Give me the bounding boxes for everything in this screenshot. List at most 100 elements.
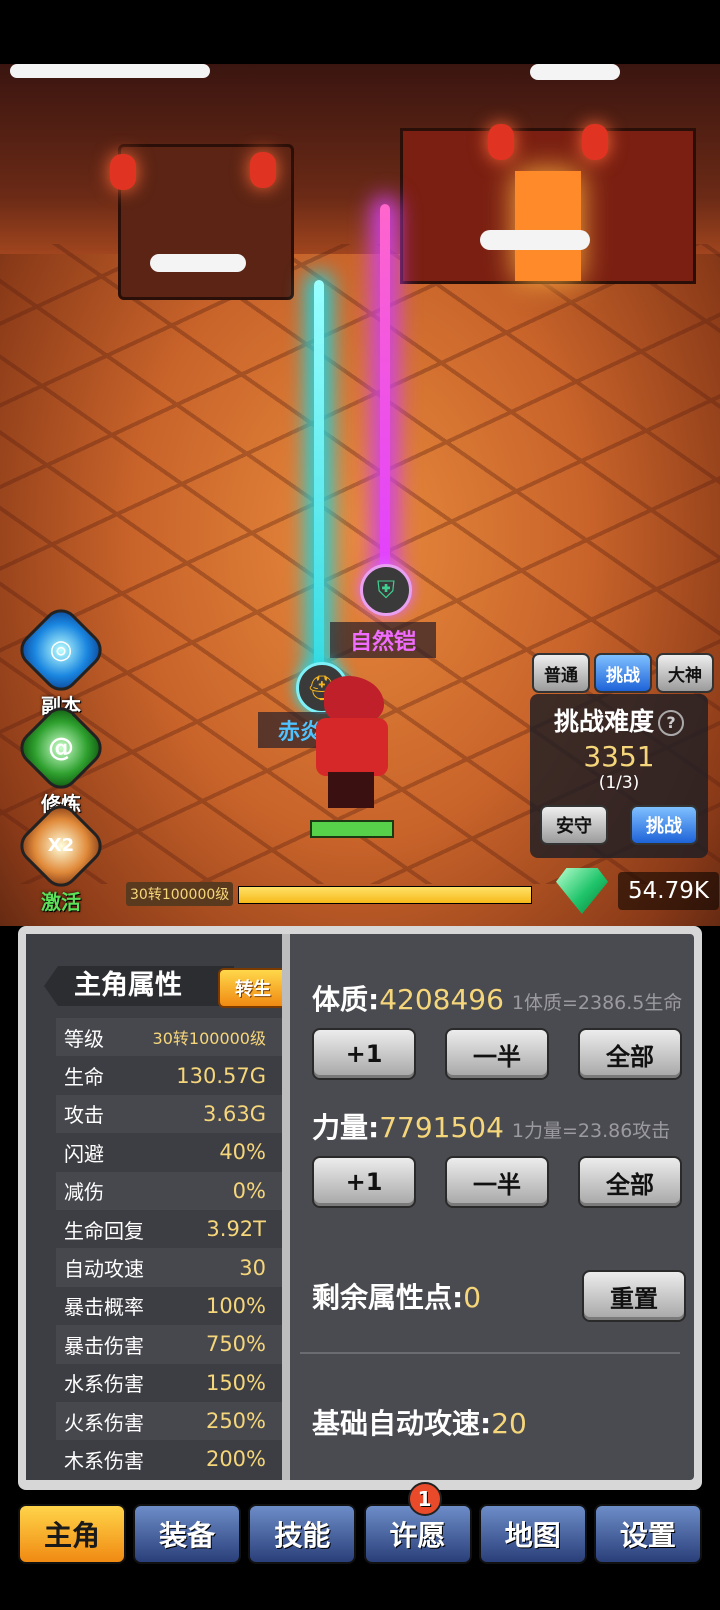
- strength-buttons: +1 一半 全部: [312, 1156, 682, 1208]
- stat-name: 火系伤害: [64, 1410, 144, 1435]
- stat-row: 火系伤害 250%: [56, 1401, 282, 1441]
- remaining-points-line: 剩余属性点:0: [312, 1276, 481, 1316]
- stat-name: 暴击伤害: [64, 1333, 144, 1358]
- stat-value: 100%: [205, 1293, 266, 1318]
- challenge-button[interactable]: 挑战: [630, 805, 698, 845]
- notification-badge: 1: [407, 1482, 442, 1516]
- attribute-title: 主角属性: [44, 966, 234, 1006]
- currency-display: 54.79K: [556, 868, 719, 914]
- stat-value: 750%: [205, 1332, 266, 1357]
- constitution-value: 4208496: [379, 983, 504, 1016]
- attribute-panel: 主角属性 转生 等级 30转100000级生命 130.57G 攻击 3.63G 闪避 40…: [18, 926, 702, 1490]
- stat-row: 生命 130.57G: [56, 1056, 282, 1094]
- constitution-line: 体质:4208496 1体质=2386.5生命: [312, 978, 682, 1018]
- constitution-buttons: +1 一半 全部: [312, 1028, 682, 1080]
- nav-label: 设置: [619, 1519, 676, 1552]
- strength-half-button[interactable]: 一半: [445, 1156, 549, 1208]
- constitution-plus-one-button[interactable]: +1: [312, 1028, 416, 1080]
- attribute-list-panel: 主角属性 转生 等级 30转100000级生命 130.57G 攻击 3.63G 闪避 40…: [26, 934, 288, 1480]
- stat-name: 木系伤害: [64, 1448, 144, 1473]
- nav-wish[interactable]: 许愿 1: [363, 1482, 472, 1564]
- stat-row: 生命回复 3.92T: [56, 1210, 282, 1248]
- drop-label-armor: 自然铠: [330, 622, 437, 658]
- red-gate: [400, 128, 696, 284]
- challenge-title: 挑战难度: [553, 707, 654, 736]
- lantern: [582, 124, 608, 160]
- stat-name: 暴击概率: [64, 1295, 144, 1320]
- snow-patch: [530, 64, 620, 80]
- stat-name: 闪避: [64, 1141, 104, 1166]
- strength-plus-one-button[interactable]: +1: [312, 1156, 416, 1208]
- base-speed-value: 20: [491, 1407, 527, 1440]
- base-speed-line: 基础自动攻速:20: [312, 1402, 527, 1442]
- stat-row: 自动攻速 30: [56, 1248, 282, 1287]
- stat-value: 150%: [205, 1370, 266, 1395]
- safe-button[interactable]: 安守: [540, 805, 608, 845]
- challenge-title-row: 挑战难度?: [530, 702, 708, 738]
- reset-button[interactable]: 重置: [582, 1270, 686, 1322]
- side-button-activate[interactable]: X2 激活: [12, 797, 110, 915]
- nav-hero[interactable]: 主角: [18, 1504, 126, 1564]
- nav-label: 技能: [274, 1519, 331, 1552]
- strength-label: 力量:: [312, 1111, 380, 1144]
- stat-row: 攻击 3.63G: [56, 1094, 282, 1134]
- side-button-dungeon[interactable]: ◎ 副本: [12, 601, 110, 719]
- nav-label: 主角: [43, 1519, 100, 1552]
- snow-patch: [10, 64, 210, 78]
- stat-row: 减伤 0%: [56, 1171, 282, 1210]
- stat-list: 等级 30转100000级生命 130.57G 攻击 3.63G 闪避 40% 减伤 0% 生命回…: [56, 1018, 282, 1479]
- stat-row: 水系伤害 150%: [56, 1364, 282, 1402]
- nav-skills[interactable]: 技能: [248, 1504, 357, 1564]
- help-icon[interactable]: ?: [658, 710, 684, 736]
- nav-label: 地图: [504, 1519, 561, 1552]
- nav-label: 许愿: [389, 1519, 446, 1552]
- stat-value: 3.92T: [206, 1217, 266, 1242]
- nav-label: 装备: [159, 1519, 216, 1552]
- stat-name: 水系伤害: [64, 1372, 144, 1397]
- remaining-points-label: 剩余属性点:: [312, 1281, 464, 1314]
- armor-icon[interactable]: ⛨: [360, 564, 412, 616]
- strength-value: 7791504: [379, 1111, 504, 1144]
- constitution-all-button[interactable]: 全部: [578, 1028, 682, 1080]
- nav-equipment[interactable]: 装备: [133, 1504, 242, 1564]
- base-speed-label: 基础自动攻速:: [312, 1407, 492, 1440]
- hero-hair: [324, 676, 384, 724]
- x2-bag-icon: X2: [12, 797, 110, 895]
- snow-patch: [480, 230, 590, 250]
- stat-value: 30转100000级: [152, 1029, 266, 1049]
- loot-beam-cyan: [314, 280, 324, 700]
- stat-name: 减伤: [64, 1180, 104, 1205]
- diamond-count: 54.79K: [618, 872, 719, 910]
- tab-god[interactable]: 大神: [656, 653, 714, 693]
- tab-normal[interactable]: 普通: [532, 653, 590, 693]
- stat-row: 等级 30转100000级: [56, 1018, 282, 1057]
- bottom-nav: 主角 装备 技能 许愿 1 地图 设置: [18, 1482, 702, 1564]
- strength-all-button[interactable]: 全部: [578, 1156, 682, 1208]
- tab-challenge[interactable]: 挑战: [594, 653, 652, 693]
- nav-map[interactable]: 地图: [478, 1504, 587, 1564]
- lantern: [250, 152, 276, 188]
- constitution-half-button[interactable]: 一半: [445, 1028, 549, 1080]
- strength-line: 力量:7791504 1力量=23.86攻击: [312, 1106, 670, 1146]
- snow-patch: [150, 254, 246, 272]
- lantern: [110, 154, 136, 190]
- stat-value: 0%: [232, 1178, 266, 1203]
- challenge-difficulty: 3351: [583, 740, 655, 773]
- nav-settings[interactable]: 设置: [593, 1504, 702, 1564]
- lantern: [488, 124, 514, 160]
- side-button-train[interactable]: @ 修炼: [12, 699, 110, 817]
- hero-character: [306, 676, 398, 810]
- stat-name: 自动攻速: [64, 1257, 144, 1282]
- rebirth-button[interactable]: 转生: [218, 968, 288, 1008]
- constitution-hint: 1体质=2386.5生命: [511, 992, 683, 1014]
- challenge-progress: (1/3): [598, 773, 640, 793]
- stat-name: 攻击: [64, 1103, 104, 1128]
- attribute-header: 主角属性 转生: [44, 966, 288, 1008]
- stat-row: 暴击概率 100%: [56, 1287, 282, 1325]
- stat-value: 30: [239, 1255, 266, 1280]
- stat-value: 40%: [219, 1140, 266, 1165]
- stat-name: 等级: [64, 1026, 104, 1051]
- stat-row: 木系伤害 200%: [56, 1440, 282, 1478]
- challenge-buttons: 安守 挑战: [530, 805, 708, 845]
- stat-value: 250%: [205, 1409, 266, 1434]
